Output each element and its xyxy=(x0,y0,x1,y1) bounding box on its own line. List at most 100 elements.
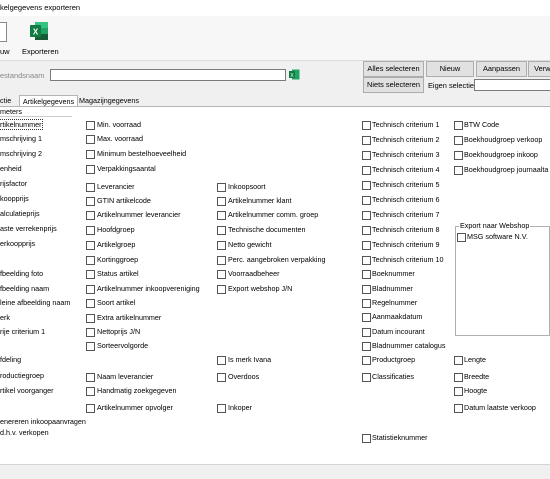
col2-checkbox-15[interactable] xyxy=(86,342,95,351)
col4-label-8: Technisch criterium 9 xyxy=(372,240,440,249)
delete-selection-button[interactable]: Verwij xyxy=(528,61,550,77)
col4-checkbox-4[interactable] xyxy=(362,181,371,190)
col2-checkbox-8[interactable] xyxy=(86,241,95,250)
col4-checkbox-7[interactable] xyxy=(362,226,371,235)
col1-label-18[interactable]: d.h.v. verkopen xyxy=(0,428,49,437)
col5-label-1: Boekhoudgroep verkoop xyxy=(464,135,543,144)
col3-checkbox-1[interactable] xyxy=(217,197,226,206)
col2-checkbox-12[interactable] xyxy=(86,299,95,308)
col1-label-1[interactable]: mschrijving 1 xyxy=(0,134,42,143)
col2-checkbox-7[interactable] xyxy=(86,226,95,235)
col1-label-8[interactable]: erkoopprijs xyxy=(0,239,35,248)
col1-label-12[interactable]: erk xyxy=(0,313,10,322)
col5-checkbox-1[interactable] xyxy=(454,136,463,145)
col1-label-3[interactable]: enheid xyxy=(0,164,22,173)
own-selection-select[interactable] xyxy=(474,79,550,91)
col5-checkbox-2[interactable] xyxy=(454,151,463,160)
col5-checkbox-4[interactable] xyxy=(454,356,463,365)
col2-checkbox-1[interactable] xyxy=(86,135,95,144)
col2-checkbox-9[interactable] xyxy=(86,256,95,265)
col3-checkbox-10[interactable] xyxy=(217,404,226,413)
col3-checkbox-8[interactable] xyxy=(217,356,226,365)
col3-checkbox-7[interactable] xyxy=(217,285,226,294)
col4-label-9: Technisch criterium 10 xyxy=(372,255,444,264)
col5-label-2: Boekhoudgroep inkoop xyxy=(464,150,538,159)
col1-label-7[interactable]: aste verrekenprijs xyxy=(0,224,57,233)
col2-checkbox-17[interactable] xyxy=(86,387,95,396)
col1-label-17[interactable]: enereren inkoopaanvragen xyxy=(0,417,86,426)
col5-checkbox-3[interactable] xyxy=(454,166,463,175)
col5-checkbox-6[interactable] xyxy=(454,387,463,396)
col4-checkbox-17[interactable] xyxy=(362,373,371,382)
excel-icon[interactable]: X xyxy=(29,21,49,41)
col2-label-2: Minimum bestelhoeveelheid xyxy=(97,149,187,158)
col1-label-10[interactable]: fbeelding naam xyxy=(0,284,49,293)
col5-checkbox-0[interactable] xyxy=(454,121,463,130)
col1-label-16[interactable]: rtikel voorganger xyxy=(0,386,54,395)
col2-checkbox-13[interactable] xyxy=(86,314,95,323)
col1-label-15[interactable]: roductiegroep xyxy=(0,371,44,380)
file-name-input[interactable] xyxy=(50,69,286,81)
select-all-button[interactable]: Alles selecteren xyxy=(363,61,424,77)
col2-label-9: Kortinggroep xyxy=(97,255,139,264)
col3-checkbox-6[interactable] xyxy=(217,270,226,279)
col4-checkbox-5[interactable] xyxy=(362,196,371,205)
edit-selection-button[interactable]: Aanpassen xyxy=(476,61,527,77)
col4-checkbox-11[interactable] xyxy=(362,285,371,294)
col4-checkbox-10[interactable] xyxy=(362,270,371,279)
col4-checkbox-14[interactable] xyxy=(362,328,371,337)
col3-checkbox-0[interactable] xyxy=(217,183,226,192)
export-button-label[interactable]: Exporteren xyxy=(22,47,59,56)
col3-checkbox-3[interactable] xyxy=(217,226,226,235)
col5-checkbox-7[interactable] xyxy=(454,404,463,413)
col1-label-14[interactable]: fdeling xyxy=(0,355,21,364)
col4-checkbox-18[interactable] xyxy=(362,434,371,443)
col2-checkbox-3[interactable] xyxy=(86,165,95,174)
col4-checkbox-1[interactable] xyxy=(362,136,371,145)
col3-checkbox-9[interactable] xyxy=(217,373,226,382)
col1-label-11[interactable]: leine afbeelding naam xyxy=(0,298,70,307)
col4-checkbox-15[interactable] xyxy=(362,342,371,351)
col2-checkbox-5[interactable] xyxy=(86,197,95,206)
col2-checkbox-10[interactable] xyxy=(86,270,95,279)
col2-checkbox-16[interactable] xyxy=(86,373,95,382)
col5-label-7: Datum laatste verkoop xyxy=(464,403,536,412)
select-none-button[interactable]: Niets selecteren xyxy=(363,77,424,93)
col4-checkbox-13[interactable] xyxy=(362,313,371,322)
col1-label-13[interactable]: rije criterium 1 xyxy=(0,327,45,336)
col2-checkbox-11[interactable] xyxy=(86,285,95,294)
col4-checkbox-8[interactable] xyxy=(362,241,371,250)
tab-selectie[interactable]: ctie xyxy=(0,95,11,106)
col2-checkbox-14[interactable] xyxy=(86,328,95,337)
col4-checkbox-3[interactable] xyxy=(362,166,371,175)
excel-small-icon[interactable]: X xyxy=(289,69,300,80)
col4-checkbox-12[interactable] xyxy=(362,299,371,308)
webshop-groupbox xyxy=(455,226,550,336)
new-selection-button[interactable]: Nieuw xyxy=(426,61,474,77)
col3-checkbox-2[interactable] xyxy=(217,211,226,220)
col2-checkbox-2[interactable] xyxy=(86,150,95,159)
col2-checkbox-6[interactable] xyxy=(86,211,95,220)
col4-checkbox-16[interactable] xyxy=(362,356,371,365)
col4-checkbox-9[interactable] xyxy=(362,256,371,265)
new-document-icon[interactable] xyxy=(0,22,7,42)
col3-checkbox-4[interactable] xyxy=(217,241,226,250)
col1-label-4[interactable]: rijsfactor xyxy=(0,179,27,188)
col1-label-5[interactable]: koopprijs xyxy=(0,194,29,203)
col2-checkbox-0[interactable] xyxy=(86,121,95,130)
col3-checkbox-5[interactable] xyxy=(217,256,226,265)
col4-checkbox-0[interactable] xyxy=(362,121,371,130)
webshop-checkbox[interactable] xyxy=(457,233,466,242)
col2-checkbox-4[interactable] xyxy=(86,183,95,192)
col1-label-6[interactable]: alculatieprijs xyxy=(0,209,40,218)
tab-magazijngegevens[interactable]: Magazijngegevens xyxy=(79,95,139,106)
col1-label-9[interactable]: fbeelding foto xyxy=(0,269,43,278)
col4-checkbox-6[interactable] xyxy=(362,211,371,220)
col3-label-4: Netto gewicht xyxy=(228,240,272,249)
col4-checkbox-2[interactable] xyxy=(362,151,371,160)
col5-checkbox-5[interactable] xyxy=(454,373,463,382)
col1-label-2[interactable]: mschrijving 2 xyxy=(0,149,42,158)
new-button-label[interactable]: uw xyxy=(0,47,10,56)
col2-checkbox-18[interactable] xyxy=(86,404,95,413)
col1-label-0[interactable]: rtikelnummer xyxy=(0,119,43,130)
